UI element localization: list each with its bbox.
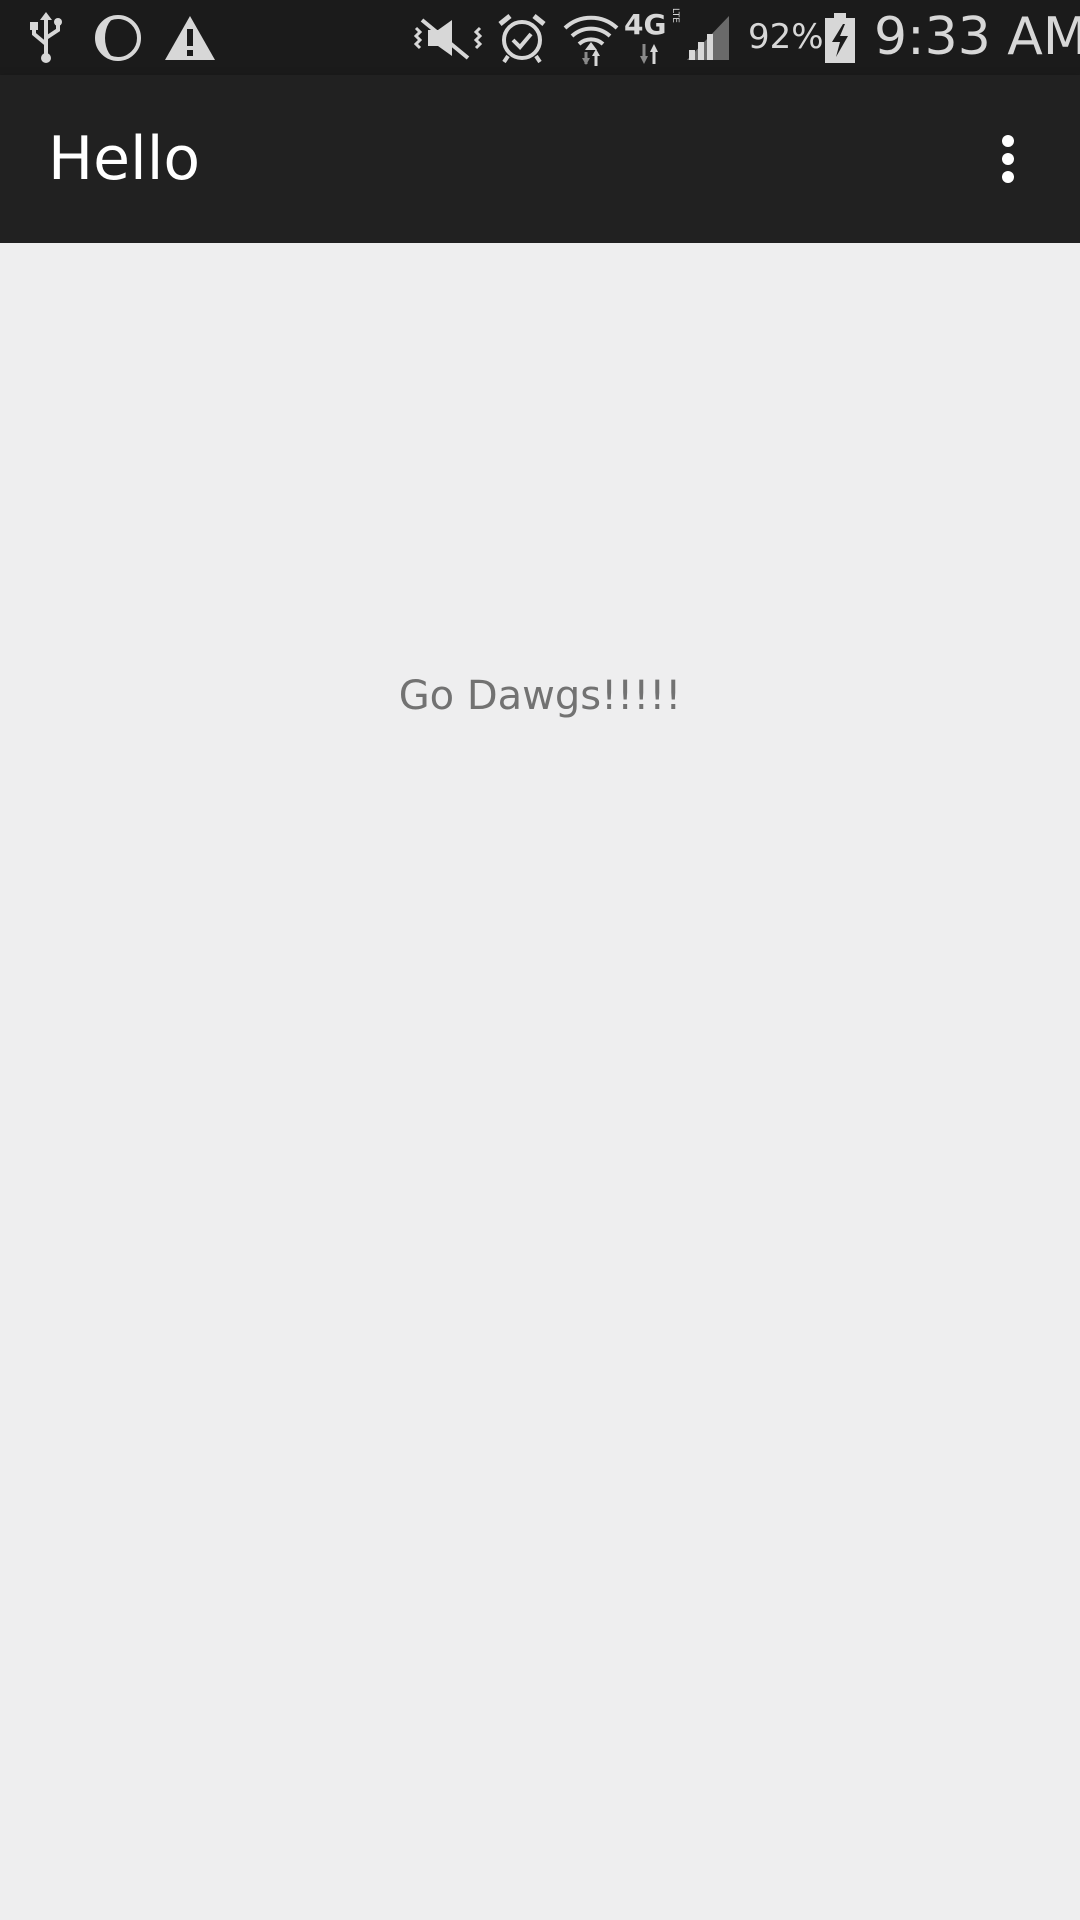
more-vert-icon (1002, 135, 1014, 183)
network-sub-label: LTE (670, 7, 680, 23)
overflow-menu-button[interactable] (960, 111, 1056, 207)
signal-icon (684, 0, 732, 75)
status-bar: 4G LTE 92% 9:33 AM (0, 0, 1080, 75)
main-text: Go Dawgs!!!!! (398, 673, 682, 719)
usb-icon (22, 0, 70, 75)
battery-percent: 92% (748, 17, 824, 57)
app-bar: Hello (0, 75, 1080, 243)
brightness-icon (92, 0, 144, 75)
alarm-icon (494, 0, 550, 75)
warning-icon (162, 0, 218, 75)
4g-lte-icon: 4G LTE (624, 0, 684, 75)
mute-vibrate-icon (412, 0, 484, 75)
battery-charging-icon (822, 0, 858, 75)
network-label: 4G (624, 7, 667, 41)
status-time: 9:33 AM (874, 7, 1080, 67)
app-title: Hello (48, 124, 201, 194)
wifi-icon (562, 0, 620, 75)
main-content: Go Dawgs!!!!! (0, 243, 1080, 1920)
